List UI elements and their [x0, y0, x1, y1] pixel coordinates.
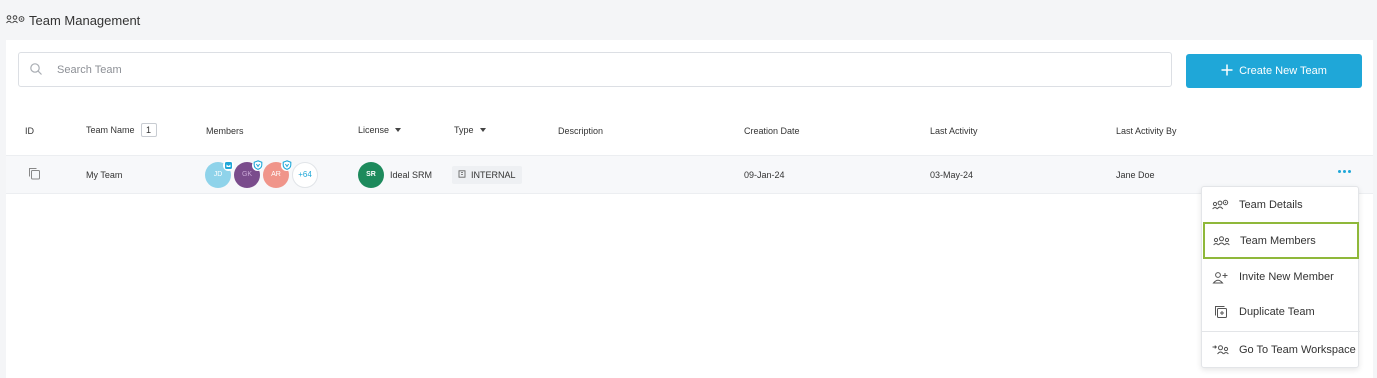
kebab-dot	[1338, 170, 1341, 173]
last-activity-by: Jane Doe	[1116, 169, 1155, 180]
column-label-id: ID	[25, 126, 34, 136]
avatar[interactable]: AR	[263, 159, 292, 188]
more-members-count[interactable]: +64	[292, 161, 318, 188]
team-name[interactable]: My Team	[86, 170, 122, 180]
kebab-dot	[1343, 170, 1346, 173]
column-label-team-name: Team Name	[86, 125, 135, 135]
column-label-members: Members	[206, 126, 244, 136]
column-header-id: ID	[25, 126, 34, 136]
shield-icon	[252, 159, 263, 171]
menu-item-team-details[interactable]: Team Details	[1202, 187, 1360, 223]
type-filter-caret-icon[interactable]	[479, 128, 486, 132]
team-workspace-icon	[1212, 343, 1229, 357]
column-header-last-activity: Last Activity	[930, 126, 978, 136]
menu-item-label: Team Members	[1240, 234, 1316, 247]
team-settings-icon	[1212, 198, 1229, 212]
license-filter-caret-icon[interactable]	[395, 128, 402, 132]
column-header-creation-date: Creation Date	[744, 126, 800, 136]
copy-id-icon[interactable]	[28, 167, 41, 182]
avatar-initials: AR	[271, 171, 281, 178]
last-activity-by-cell: Jane Doe	[1116, 156, 1155, 193]
avatar[interactable]: GK	[234, 159, 263, 188]
page-title: Team Management	[29, 12, 141, 28]
team-members-icon	[1213, 234, 1230, 248]
column-header-last-activity-by: Last Activity By	[1116, 126, 1177, 136]
duplicate-icon	[1212, 305, 1229, 319]
column-header-license[interactable]: License	[358, 125, 402, 135]
id-cell	[28, 156, 41, 193]
last-activity: 03-May-24	[930, 169, 974, 180]
crown-icon	[223, 159, 234, 171]
avatar[interactable]: JD	[205, 159, 234, 188]
menu-item-label: Go To Team Workspace	[1239, 344, 1356, 356]
column-header-team-name[interactable]: Team Name 1	[86, 123, 157, 137]
team-management-icon	[6, 14, 26, 26]
column-label-last-activity-by: Last Activity By	[1116, 126, 1177, 136]
license-logo: SR	[358, 161, 384, 188]
page-header: Team Management	[6, 10, 140, 30]
column-label-license: License	[358, 125, 390, 135]
creation-date: 09-Jan-24	[744, 169, 785, 180]
search-input[interactable]	[55, 62, 1171, 77]
column-label-description: Description	[558, 126, 604, 136]
kebab-dot	[1348, 170, 1351, 173]
column-label-last-activity: Last Activity	[930, 126, 978, 136]
type-label: INTERNAL	[471, 169, 516, 180]
menu-item-team-members[interactable]: Team Members	[1203, 222, 1359, 259]
last-activity-cell: 03-May-24	[930, 156, 973, 193]
type-cell: INTERNAL	[452, 156, 522, 193]
row-actions-more-icon[interactable]	[1338, 170, 1351, 173]
menu-item-invite-new-member[interactable]: Invite New Member	[1202, 259, 1360, 295]
column-header-members: Members	[206, 126, 244, 136]
column-header-type[interactable]: Type	[454, 125, 486, 135]
plus-icon	[1221, 64, 1233, 79]
team-name-cell[interactable]: My Team	[86, 156, 122, 193]
search-box[interactable]	[18, 52, 1172, 87]
teams-panel: Create New Team ID Team Name 1 Members L…	[6, 40, 1373, 378]
create-new-team-button[interactable]: Create New Team	[1186, 54, 1362, 88]
type-chip: INTERNAL	[452, 165, 522, 184]
add-user-icon	[1212, 270, 1229, 284]
menu-item-label: Invite New Member	[1239, 271, 1334, 283]
avatar-initials: JD	[213, 171, 223, 178]
shield-icon	[281, 159, 292, 171]
column-label-creation-date: Creation Date	[744, 126, 800, 136]
creation-date-cell: 09-Jan-24	[744, 156, 785, 193]
column-label-type: Type	[454, 125, 474, 135]
search-icon	[29, 62, 45, 78]
members-cell[interactable]: JD GK AR +64	[205, 156, 318, 193]
table-row[interactable]: My Team JD GK AR +64 SR Ideal SRM INTERN…	[6, 155, 1373, 194]
building-icon	[458, 169, 466, 180]
menu-item-label: Team Details	[1239, 199, 1303, 211]
menu-item-duplicate-team[interactable]: Duplicate Team	[1202, 294, 1360, 330]
column-header-description: Description	[558, 126, 603, 136]
create-new-team-label: Create New Team	[1239, 65, 1327, 77]
menu-item-label: Duplicate Team	[1239, 306, 1315, 318]
license-name: Ideal SRM	[390, 169, 433, 180]
menu-item-go-to-team-workspace[interactable]: Go To Team Workspace	[1202, 332, 1360, 368]
row-actions-menu: Team Details Team Members Invite New Mem…	[1201, 186, 1360, 368]
license-cell: SR Ideal SRM	[358, 156, 432, 193]
avatar-initials: GK	[241, 171, 253, 178]
team-count-badge: 1	[140, 123, 157, 137]
